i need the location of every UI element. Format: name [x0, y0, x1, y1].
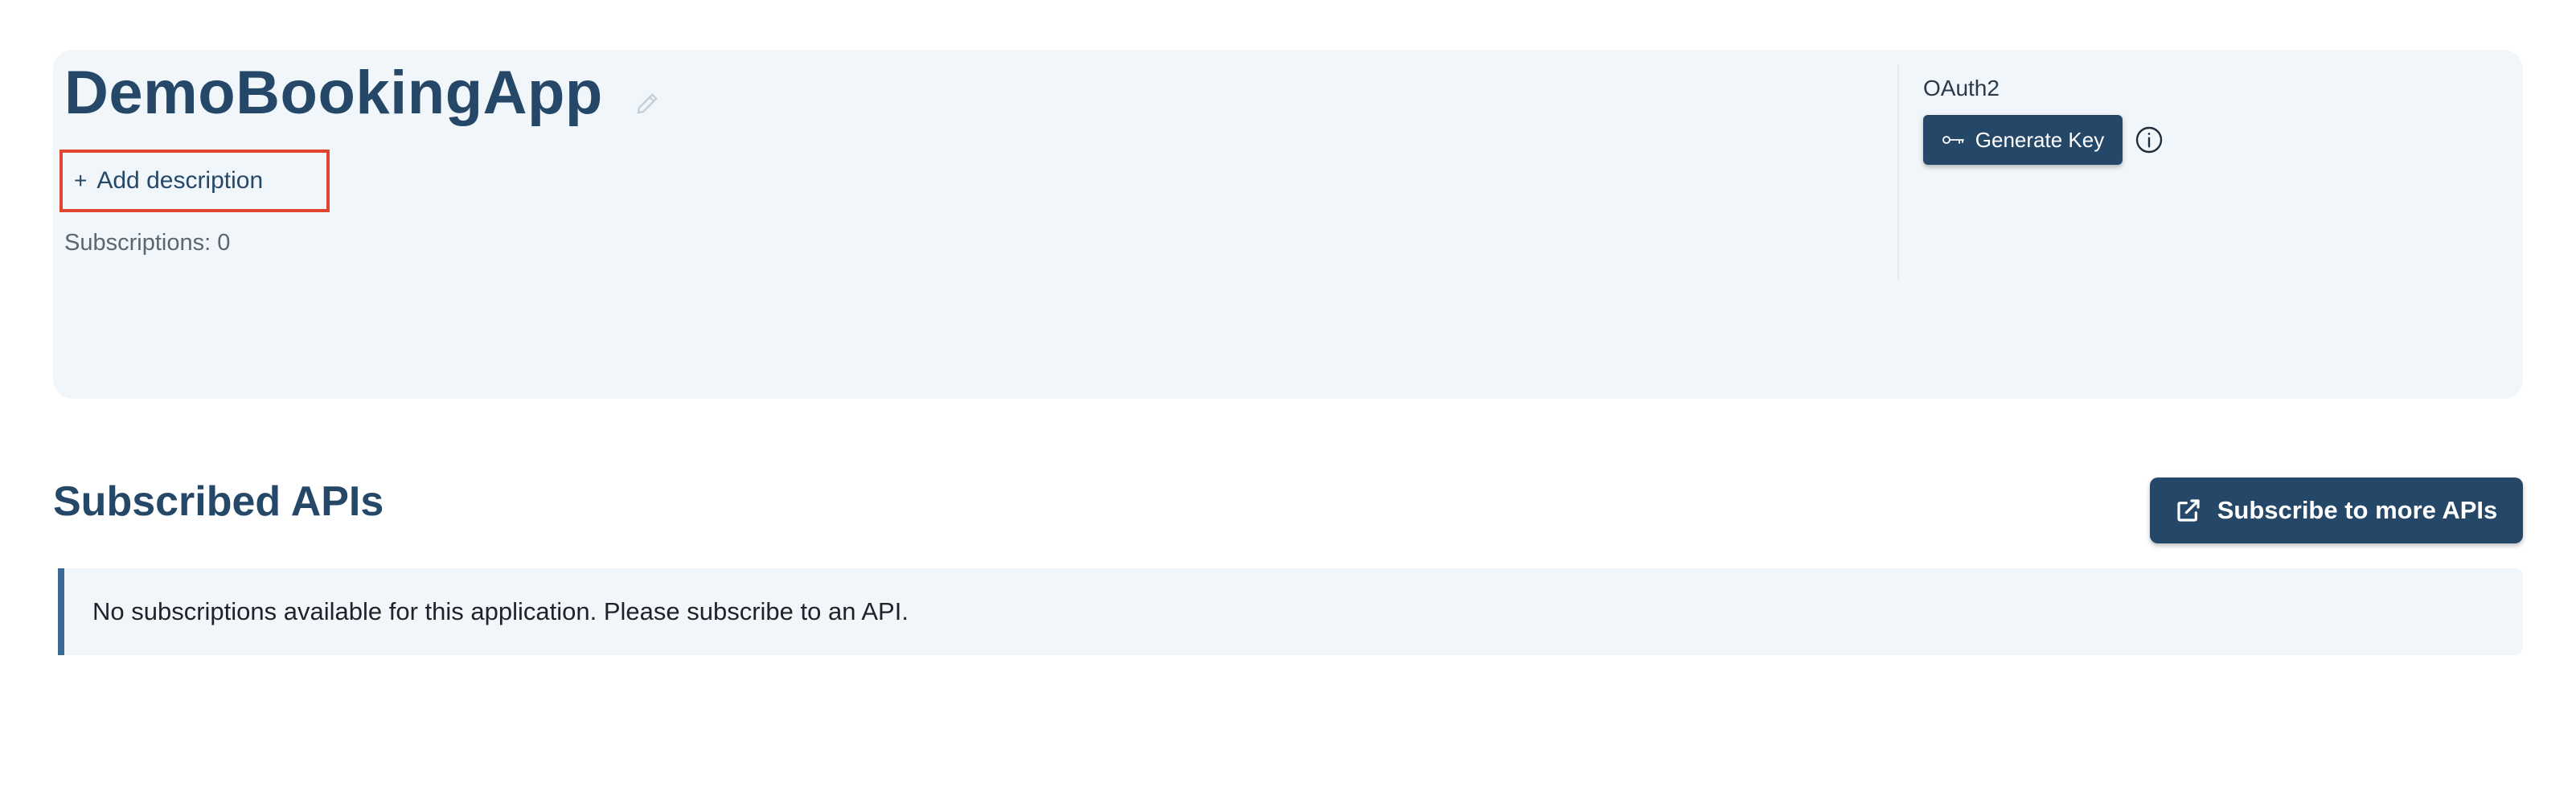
add-description-button[interactable]: + Add description — [59, 150, 330, 212]
key-icon — [1942, 136, 1964, 144]
add-description-label: Add description — [96, 167, 264, 194]
info-icon[interactable] — [2135, 125, 2164, 154]
empty-subscriptions-message: No subscriptions available for this appl… — [92, 597, 909, 625]
generate-key-button[interactable]: Generate Key — [1923, 115, 2123, 165]
pencil-icon[interactable] — [635, 92, 659, 116]
subscribe-more-apis-label: Subscribe to more APIs — [2217, 496, 2498, 524]
external-link-icon — [2177, 499, 2200, 522]
subscriptions-count: Subscriptions: 0 — [64, 230, 231, 256]
auth-type-label: OAuth2 — [1923, 76, 2000, 100]
app-title: DemoBookingApp — [64, 59, 603, 127]
empty-subscriptions-alert: No subscriptions available for this appl… — [58, 568, 2523, 655]
subscribed-apis-heading: Subscribed APIs — [53, 478, 384, 525]
subscribe-more-apis-button[interactable]: Subscribe to more APIs — [2150, 477, 2523, 543]
vertical-divider — [1897, 64, 1899, 280]
plus-icon: + — [74, 168, 88, 193]
generate-key-label: Generate Key — [1975, 127, 2105, 152]
